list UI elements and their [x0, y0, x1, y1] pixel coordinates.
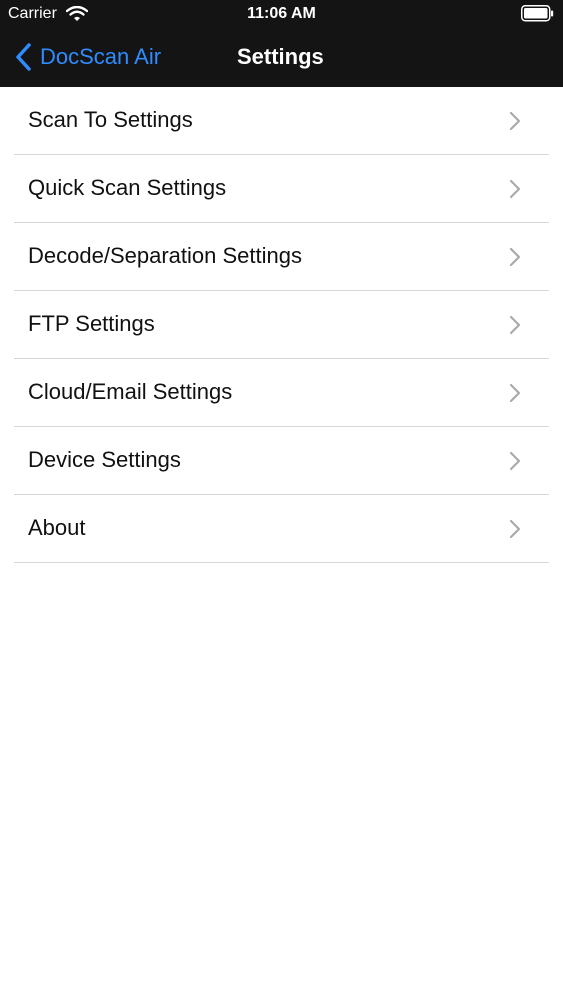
settings-item-ftp[interactable]: FTP Settings: [0, 291, 563, 359]
top-bar: Carrier 11:06 AM DocScan Air Settings: [0, 0, 563, 87]
settings-item-scan-to[interactable]: Scan To Settings: [0, 87, 563, 155]
settings-item-decode-separation[interactable]: Decode/Separation Settings: [0, 223, 563, 291]
settings-item-label: FTP Settings: [28, 311, 155, 336]
chevron-right-icon: [509, 111, 521, 131]
status-time: 11:06 AM: [247, 5, 316, 22]
settings-item-about[interactable]: About: [0, 495, 563, 563]
chevron-right-icon: [509, 383, 521, 403]
chevron-left-icon: [16, 43, 31, 71]
settings-item-label: Decode/Separation Settings: [28, 243, 302, 268]
chevron-right-icon: [509, 451, 521, 471]
page-title: Settings: [237, 44, 324, 69]
back-button-label: DocScan Air: [40, 44, 162, 69]
back-button[interactable]: DocScan Air: [14, 40, 161, 74]
settings-item-label: Quick Scan Settings: [28, 175, 227, 200]
battery-icon: [521, 5, 554, 22]
chevron-right-icon: [509, 247, 521, 267]
chevron-right-icon: [509, 315, 521, 335]
settings-item-cloud-email[interactable]: Cloud/Email Settings: [0, 359, 563, 427]
settings-item-label: Scan To Settings: [28, 107, 193, 132]
settings-item-label: Cloud/Email Settings: [28, 379, 233, 404]
chevron-right-icon: [509, 519, 521, 539]
settings-item-label: About: [28, 515, 86, 540]
settings-item-device[interactable]: Device Settings: [0, 427, 563, 495]
settings-item-quick-scan[interactable]: Quick Scan Settings: [0, 155, 563, 223]
settings-list: Scan To Settings Quick Scan Settings Dec…: [0, 87, 563, 563]
chevron-right-icon: [509, 179, 521, 199]
settings-item-label: Device Settings: [28, 447, 181, 472]
row-separator: [14, 562, 549, 563]
